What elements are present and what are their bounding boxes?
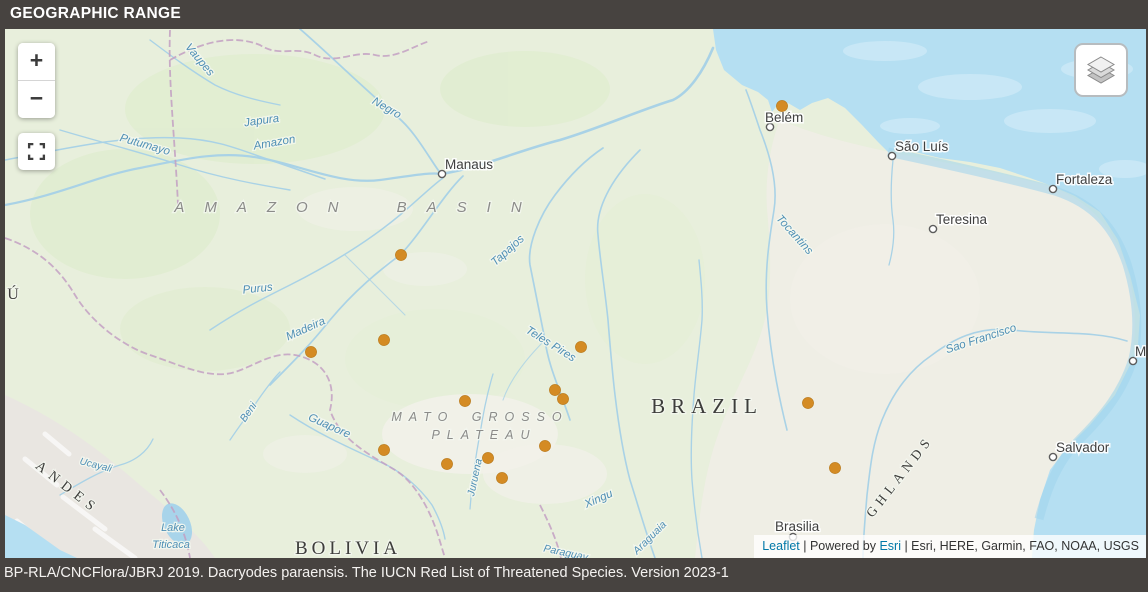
attribution-powered-by: | Powered by xyxy=(800,539,880,553)
zoom-in-button[interactable]: + xyxy=(18,43,55,81)
city-label: Fortaleza xyxy=(1056,172,1113,187)
panel-header: GEOGRAPHIC RANGE xyxy=(0,0,1148,28)
river-label: Titicaca xyxy=(152,539,190,551)
occurrence-point xyxy=(305,346,316,357)
region-label: MATO GROSSO xyxy=(391,410,568,424)
layers-icon xyxy=(1084,53,1118,87)
occurrence-point xyxy=(496,472,507,483)
fullscreen-expand-icon xyxy=(27,142,46,161)
attribution-providers: | Esri, HERE, Garmin, FAO, NOAA, USGS xyxy=(901,539,1139,553)
layers-button[interactable] xyxy=(1074,43,1128,97)
region-label: BOLIVIA xyxy=(295,538,401,558)
region-label: AMAZON BASIN xyxy=(173,199,541,216)
region-label: PLATEAU xyxy=(431,428,536,442)
zoom-control: + − xyxy=(18,43,55,118)
city-label: Belém xyxy=(765,110,803,125)
region-label: Ú xyxy=(7,284,19,303)
city-label: São Luís xyxy=(895,139,949,154)
occurrence-point xyxy=(539,440,550,451)
panel-footer: BP-RLA/CNCFlora/JBRJ 2019. Dacryodes par… xyxy=(0,558,1148,592)
occurrence-point xyxy=(395,249,406,260)
screenshot-root: { "header": { "title": "GEOGRAPHIC RANGE… xyxy=(0,0,1148,592)
occurrence-point xyxy=(441,458,452,469)
occurrence-point xyxy=(802,397,813,408)
occurrence-point xyxy=(829,462,840,473)
zoom-out-button[interactable]: − xyxy=(18,81,55,118)
occurrence-point xyxy=(575,341,586,352)
city-label: M xyxy=(1135,344,1146,359)
city-label: Salvador xyxy=(1056,440,1110,455)
map-attribution: Leaflet | Powered by Esri | Esri, HERE, … xyxy=(754,535,1146,558)
page-title: GEOGRAPHIC RANGE xyxy=(0,0,1148,28)
city-label: Teresina xyxy=(936,212,988,227)
citation-text: BP-RLA/CNCFlora/JBRJ 2019. Dacryodes par… xyxy=(0,558,1148,588)
region-label: BRAZIL xyxy=(651,394,763,418)
occurrence-point xyxy=(776,100,787,111)
leaflet-map[interactable]: VaupesJapuraAmazonNegroPutumayoPurusMade… xyxy=(5,29,1146,558)
fullscreen-button[interactable] xyxy=(18,133,55,170)
occurrence-point xyxy=(549,384,560,395)
river-label: Lake xyxy=(161,522,185,534)
occurrence-point xyxy=(557,393,568,404)
map-canvas: VaupesJapuraAmazonNegroPutumayoPurusMade… xyxy=(5,29,1146,558)
esri-link[interactable]: Esri xyxy=(879,539,901,553)
city-label: Manaus xyxy=(445,157,493,172)
occurrence-point xyxy=(482,452,493,463)
leaflet-link[interactable]: Leaflet xyxy=(762,539,800,553)
city-label: Brasilia xyxy=(775,519,820,534)
occurrence-point xyxy=(459,395,470,406)
occurrence-point xyxy=(378,334,389,345)
occurrence-point xyxy=(378,444,389,455)
